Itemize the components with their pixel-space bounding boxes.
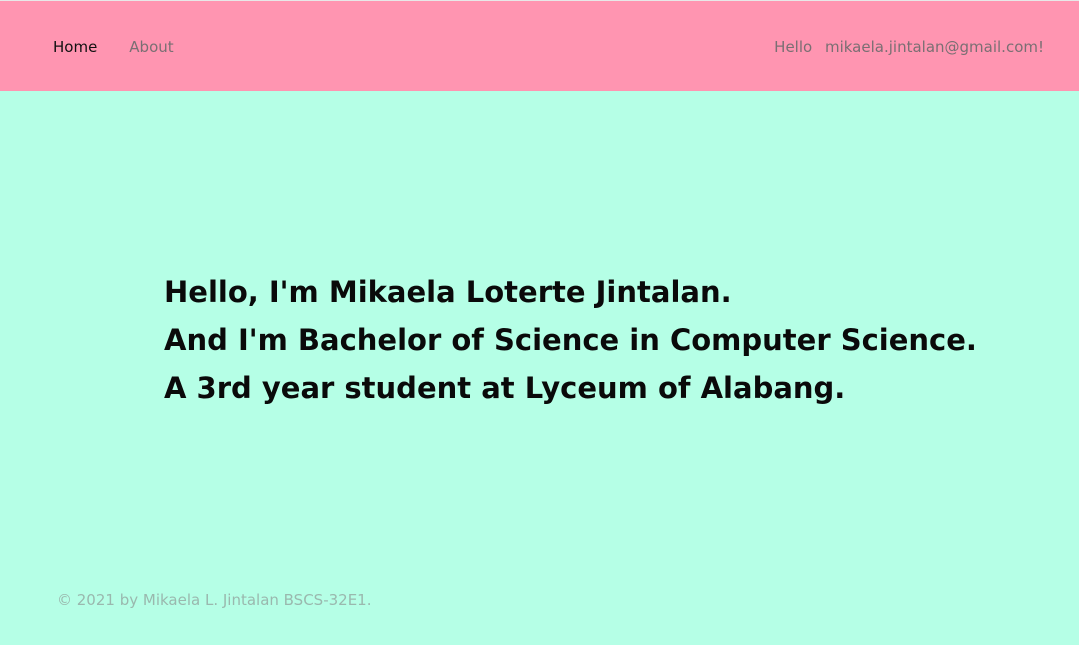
greeting-text: Hello [774,38,813,56]
nav-links: Home About [53,37,174,57]
user-email: mikaela.jintalan@gmail.com! [824,38,1044,56]
footer-copyright: © 2021 by Mikaela L. Jintalan BSCS-32E1. [57,591,372,609]
top-navbar: Home About Hello mikaela.jintalan@gmail.… [0,0,1079,91]
nav-link-about[interactable]: About [129,37,173,57]
user-greeting: Hello mikaela.jintalan@gmail.com! [774,37,1044,57]
hero-line-name: Hello, I'm Mikaela Loterte Jintalan. [164,275,732,309]
nav-link-home[interactable]: Home [53,37,97,57]
hero-section: Hello, I'm Mikaela Loterte Jintalan. And… [164,268,1024,412]
hero-line-degree: And I'm Bachelor of Science in Computer … [164,323,977,357]
hero-line-school: A 3rd year student at Lyceum of Alabang. [164,371,846,405]
